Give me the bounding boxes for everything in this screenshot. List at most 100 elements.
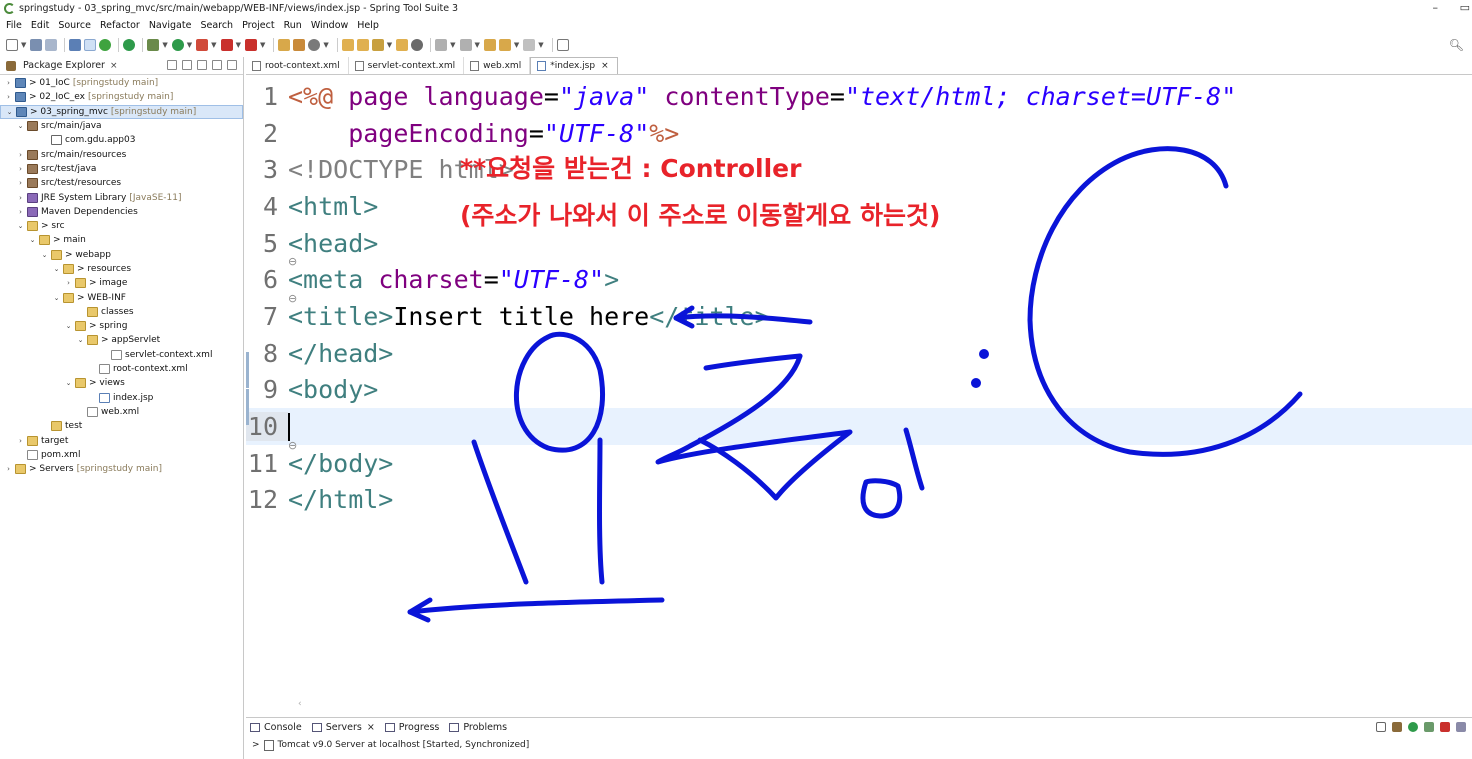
menu-window[interactable]: Window — [311, 20, 348, 31]
toggle-mark-icon[interactable] — [84, 39, 97, 51]
tree-item[interactable]: test — [0, 419, 243, 433]
save-all-icon[interactable] — [45, 39, 58, 51]
settings-icon[interactable] — [308, 39, 321, 51]
code-line-1[interactable]: 1 <%@ page language = "java" contentType = "… — [246, 78, 1472, 115]
menu-source[interactable]: Source — [58, 20, 91, 31]
tree-item[interactable]: › > image — [0, 276, 243, 290]
stop-server-icon[interactable] — [1440, 722, 1450, 732]
code-line-10[interactable]: 10 — [246, 408, 1472, 445]
debug-icon[interactable] — [147, 39, 160, 51]
server-row[interactable]: > Tomcat v9.0 Server at localhost [Start… — [246, 737, 1472, 753]
tree-item[interactable]: ⌄ src/main/java — [0, 119, 243, 133]
tree-item[interactable]: › > Servers [springstudy main] — [0, 462, 243, 476]
tree-item[interactable]: ⌄ > views — [0, 376, 243, 390]
package-explorer-tab[interactable]: Package Explorer × — [0, 57, 243, 75]
tree-item[interactable]: › src/main/resources — [0, 147, 243, 161]
tree-item[interactable]: ⌄ > appServlet — [0, 333, 243, 347]
chevron-down-icon[interactable]: ▼ — [514, 41, 519, 49]
chevron-right-icon[interactable]: › — [64, 279, 73, 287]
tab-index-jsp[interactable]: *index.jsp × — [530, 57, 618, 74]
menu-navigate[interactable]: Navigate — [149, 20, 192, 31]
tab-root-context-xml[interactable]: root-context.xml — [246, 57, 349, 74]
fold-toggle-icon[interactable]: ⊖ — [288, 439, 297, 452]
code-line-2[interactable]: 2 pageEncoding = "UTF-8" %> — [246, 115, 1472, 152]
new-class-icon[interactable] — [293, 39, 306, 51]
save-icon[interactable] — [30, 39, 43, 51]
tree-item[interactable]: ⌄ > main — [0, 233, 243, 247]
chevron-down-icon[interactable]: ⌄ — [64, 379, 73, 387]
tree-item[interactable]: ⌄ > resources — [0, 262, 243, 276]
forward-icon[interactable] — [523, 39, 536, 51]
tree-item[interactable]: com.gdu.app03 — [0, 133, 243, 147]
code-line-3[interactable]: 3 <!DOCTYPE html> — [246, 151, 1472, 188]
chevron-down-icon[interactable]: ▼ — [162, 41, 167, 49]
tab-web-xml[interactable]: web.xml — [464, 57, 531, 74]
fold-toggle-icon[interactable]: ⊖ — [288, 292, 297, 305]
tree-item[interactable]: pom.xml — [0, 448, 243, 462]
terminal-icon[interactable] — [69, 39, 82, 51]
chevron-down-icon[interactable]: ▼ — [323, 41, 328, 49]
tree-item[interactable]: ⌄ > src — [0, 219, 243, 233]
close-icon[interactable]: × — [110, 61, 118, 71]
menu-search[interactable]: Search — [200, 20, 233, 31]
start-server-icon[interactable] — [1408, 722, 1418, 732]
pin-editor-icon[interactable] — [556, 39, 569, 51]
view-menu-icon[interactable] — [197, 60, 207, 70]
pen-icon[interactable] — [371, 39, 384, 51]
chevron-right-icon[interactable]: › — [16, 151, 25, 159]
new-package-icon[interactable] — [278, 39, 291, 51]
previous-annotation-icon[interactable] — [459, 39, 472, 51]
tree-item[interactable]: classes — [0, 305, 243, 319]
tree-item[interactable]: ⌄ > 03_spring_mvc [springstudy main] — [0, 104, 243, 119]
chevron-right-icon[interactable]: › — [16, 208, 25, 216]
tab-progress[interactable]: Progress — [384, 722, 439, 733]
fold-toggle-icon[interactable]: ⊖ — [288, 255, 297, 268]
tree-item[interactable]: › > 02_IoC_ex [springstudy main] — [0, 90, 243, 104]
restore-button[interactable]: ▭ — [1460, 1, 1470, 14]
chevron-down-icon[interactable]: ▼ — [211, 41, 216, 49]
tree-item[interactable]: › > 01_IoC [springstudy main] — [0, 76, 243, 90]
close-icon[interactable]: × — [601, 61, 609, 71]
publish-icon[interactable] — [1456, 722, 1466, 732]
chevron-down-icon[interactable]: ⌄ — [16, 222, 25, 230]
chevron-down-icon[interactable]: ⌄ — [64, 322, 73, 330]
minimize-icon[interactable] — [212, 60, 222, 70]
close-icon[interactable]: × — [367, 722, 375, 733]
spring-boot-icon[interactable] — [99, 39, 112, 51]
code-line-11[interactable]: 11 </body> — [246, 445, 1472, 482]
chevron-down-icon[interactable]: ▼ — [450, 41, 455, 49]
chevron-right-icon[interactable]: › — [4, 465, 13, 473]
chevron-down-icon[interactable]: ▼ — [538, 41, 543, 49]
chevron-down-icon[interactable]: ⌄ — [16, 122, 25, 130]
next-annotation-icon[interactable] — [435, 39, 448, 51]
back-icon[interactable] — [498, 39, 511, 51]
chevron-right-icon[interactable]: › — [16, 179, 25, 187]
code-line-8[interactable]: 8 </head> — [246, 335, 1472, 372]
collapse-icon[interactable] — [1376, 722, 1386, 732]
code-line-9[interactable]: 9 <body> — [246, 372, 1472, 409]
chevron-down-icon[interactable]: ▼ — [21, 41, 26, 49]
chevron-right-icon[interactable]: > — [252, 740, 260, 750]
chevron-down-icon[interactable]: ▼ — [236, 41, 241, 49]
server-icon[interactable] — [244, 39, 257, 51]
chevron-right-icon[interactable]: › — [16, 165, 25, 173]
chevron-down-icon[interactable]: ⌄ — [76, 336, 85, 344]
search-icon[interactable]: 🔍︎ — [1449, 38, 1464, 52]
profile-server-icon[interactable] — [1424, 722, 1434, 732]
chevron-down-icon[interactable]: ⌄ — [28, 236, 37, 244]
tab-servers[interactable]: Servers × — [311, 722, 375, 733]
open-folder-icon[interactable] — [356, 39, 369, 51]
tab-problems[interactable]: Problems — [449, 722, 507, 733]
tree-item[interactable]: servlet-context.xml — [0, 348, 243, 362]
chevron-down-icon[interactable]: ▼ — [187, 41, 192, 49]
tree-item[interactable]: › target — [0, 433, 243, 447]
tree-item[interactable]: ⌄ > spring — [0, 319, 243, 333]
tree-item[interactable]: › src/test/java — [0, 162, 243, 176]
tree-item[interactable]: index.jsp — [0, 391, 243, 405]
chevron-down-icon[interactable]: ⌄ — [40, 251, 49, 259]
chevron-right-icon[interactable]: › — [4, 93, 13, 101]
horizontal-scrollbar[interactable]: ‹ — [246, 699, 1472, 709]
code-editor[interactable]: 1 <%@ page language = "java" contentType = "… — [246, 78, 1472, 518]
open-type-icon[interactable] — [341, 39, 354, 51]
chevron-down-icon[interactable]: ⌄ — [52, 265, 61, 273]
